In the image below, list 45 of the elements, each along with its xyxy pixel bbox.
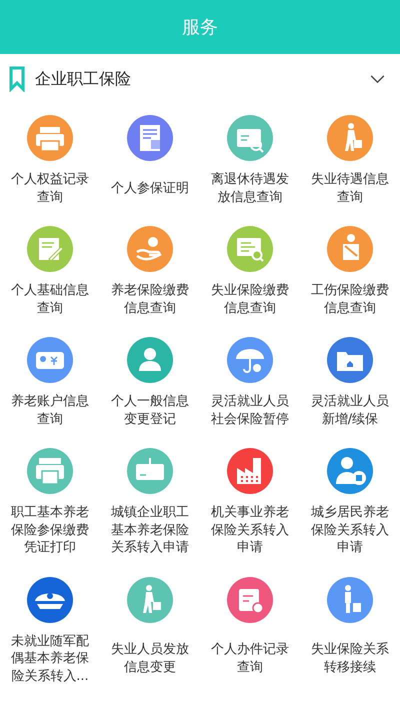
service-label: 城乡居民养老保险关系转入申请	[311, 504, 389, 556]
section-title: 企业职工保险	[35, 68, 132, 90]
service-item[interactable]: 个人权益记录查询	[0, 115, 100, 206]
service-item[interactable]: 机关事业养老保险关系转入申请	[200, 448, 300, 556]
service-item[interactable]: 个人办件记录查询	[200, 576, 300, 685]
service-item[interactable]: 灵活就业人员新增/续保	[300, 337, 400, 428]
service-label: 个人参保证明	[111, 180, 189, 198]
service-item[interactable]: 城乡居民养老保险关系转入申请	[300, 448, 400, 556]
chevron-icon[interactable]	[370, 74, 385, 84]
service-label: 个人基础信息查询	[11, 282, 89, 317]
service-label: 个人权益记录查询	[11, 171, 89, 206]
service-label: 养老账户信息查询	[11, 393, 89, 428]
service-label: 养老保险缴费信息查询	[111, 282, 189, 317]
service-label: 灵活就业人员社会保险暂停	[211, 393, 289, 428]
service-label: 职工基本养老保险参保缴费凭证打印	[11, 504, 89, 556]
service-item[interactable]: 养老账户信息查询	[0, 337, 100, 428]
service-item[interactable]: 个人参保证明	[100, 115, 200, 206]
service-label: 失业待遇信息查询	[311, 171, 389, 206]
service-item[interactable]: 失业待遇信息查询	[300, 115, 400, 206]
service-item[interactable]: 城镇企业职工基本养老保险关系转入申请	[100, 448, 200, 556]
service-item[interactable]: 灵活就业人员社会保险暂停	[200, 337, 300, 428]
service-label: 未就业随军配偶基本养老保险关系转入...	[11, 632, 89, 685]
service-label: 城镇企业职工基本养老保险关系转入申请	[111, 504, 189, 556]
service-item[interactable]: 个人一般信息变更登记	[100, 337, 200, 428]
service-item[interactable]: 个人基础信息查询	[0, 226, 100, 317]
service-item[interactable]: 工伤保险缴费信息查询	[300, 226, 400, 317]
service-item[interactable]: 养老保险缴费信息查询	[100, 226, 200, 317]
service-item[interactable]: 未就业随军配偶基本养老保险关系转入...	[0, 576, 100, 685]
service-label: 个人一般信息变更登记	[111, 393, 189, 428]
service-label: 失业保险缴费信息查询	[211, 282, 289, 317]
service-label: 失业保险关系转移接续	[311, 641, 389, 676]
service-label: 灵活就业人员新增/续保	[311, 393, 389, 428]
service-item[interactable]: 失业保险缴费信息查询	[200, 226, 300, 317]
section-header[interactable]: 企业职工保险	[0, 54, 400, 104]
service-label: 个人办件记录查询	[211, 641, 289, 676]
service-label: 工伤保险缴费信息查询	[311, 282, 389, 317]
service-item[interactable]: 职工基本养老保险参保缴费凭证打印	[0, 448, 100, 556]
page-title: 服务	[182, 16, 218, 39]
service-label: 机关事业养老保险关系转入申请	[211, 504, 289, 556]
service-label: 失业人员发放信息变更	[111, 641, 189, 676]
service-item[interactable]: 失业人员发放信息变更	[100, 576, 200, 685]
service-item[interactable]: 失业保险关系转移接续	[300, 576, 400, 685]
service-label: 离退休待遇发放信息查询	[211, 171, 289, 206]
bookmark-icon	[9, 66, 25, 92]
service-item[interactable]: 离退休待遇发放信息查询	[200, 115, 300, 206]
